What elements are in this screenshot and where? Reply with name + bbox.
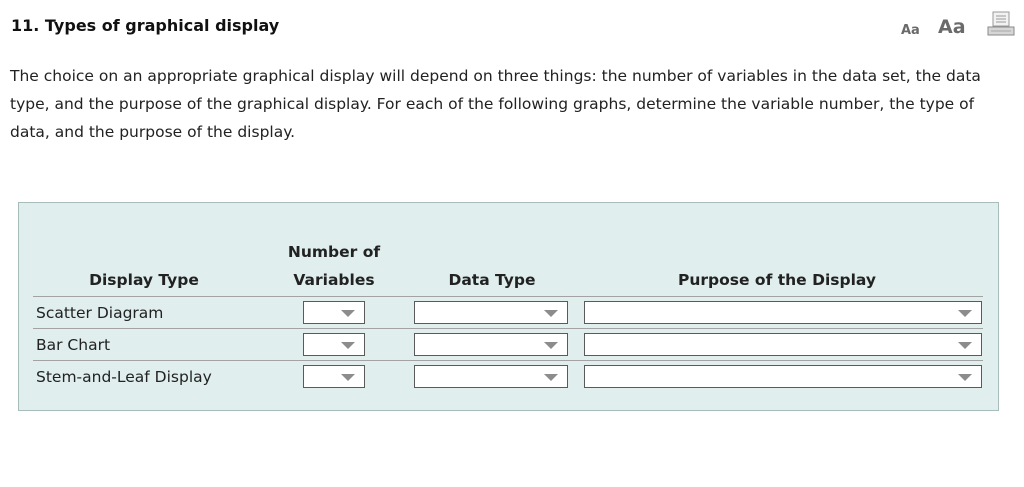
page-title: 11. Types of graphical display: [11, 16, 280, 35]
table-row: Bar Chart: [33, 328, 983, 361]
data-type-dropdown[interactable]: [414, 333, 568, 356]
chevron-down-icon: [341, 374, 355, 381]
cell-data-type: [413, 296, 571, 329]
chevron-down-icon: [544, 374, 558, 381]
cell-data-type: [413, 328, 571, 361]
print-button[interactable]: [986, 11, 1016, 37]
header-purpose: Purpose of the Display: [571, 238, 983, 297]
cell-number-of-variables: [255, 296, 413, 329]
table-header-row: Display Type Number of Variables Data Ty…: [33, 238, 983, 297]
header-number-of-variables: Number of Variables: [255, 238, 413, 297]
printer-icon: [987, 11, 1015, 36]
header-data-type: Data Type: [413, 238, 571, 297]
cell-number-of-variables: [255, 328, 413, 361]
header: 11. Types of graphical display Aa Aa: [11, 11, 1016, 38]
increase-font-size-button[interactable]: Aa: [938, 16, 966, 38]
purpose-dropdown[interactable]: [584, 301, 982, 324]
row-label-scatter-diagram: Scatter Diagram: [33, 296, 255, 329]
number-of-variables-dropdown[interactable]: [303, 333, 365, 356]
purpose-dropdown[interactable]: [584, 333, 982, 356]
question-panel: Display Type Number of Variables Data Ty…: [18, 202, 999, 411]
data-type-dropdown[interactable]: [414, 301, 568, 324]
cell-purpose: [571, 296, 983, 329]
table-row: Scatter Diagram: [33, 296, 983, 329]
number-of-variables-dropdown[interactable]: [303, 301, 365, 324]
chevron-down-icon: [958, 310, 972, 317]
cell-purpose: [571, 361, 983, 393]
chevron-down-icon: [341, 310, 355, 317]
chevron-down-icon: [544, 310, 558, 317]
table-row: Stem-and-Leaf Display: [33, 361, 983, 393]
display-types-table: Display Type Number of Variables Data Ty…: [33, 238, 983, 392]
cell-number-of-variables: [255, 361, 413, 393]
purpose-dropdown[interactable]: [584, 365, 982, 388]
data-type-dropdown[interactable]: [414, 365, 568, 388]
chevron-down-icon: [341, 342, 355, 349]
header-number-of-variables-label: Number of Variables: [287, 243, 381, 289]
cell-data-type: [413, 361, 571, 393]
cell-purpose: [571, 328, 983, 361]
chevron-down-icon: [958, 374, 972, 381]
chevron-down-icon: [544, 342, 558, 349]
intro-paragraph: The choice on an appropriate graphical d…: [10, 67, 981, 141]
chevron-down-icon: [958, 342, 972, 349]
header-display-type: Display Type: [33, 238, 255, 297]
row-label-stem-and-leaf-display: Stem-and-Leaf Display: [36, 367, 212, 386]
row-label-bar-chart: Bar Chart: [33, 328, 255, 361]
decrease-font-size-button[interactable]: Aa: [901, 23, 920, 38]
number-of-variables-dropdown[interactable]: [303, 365, 365, 388]
